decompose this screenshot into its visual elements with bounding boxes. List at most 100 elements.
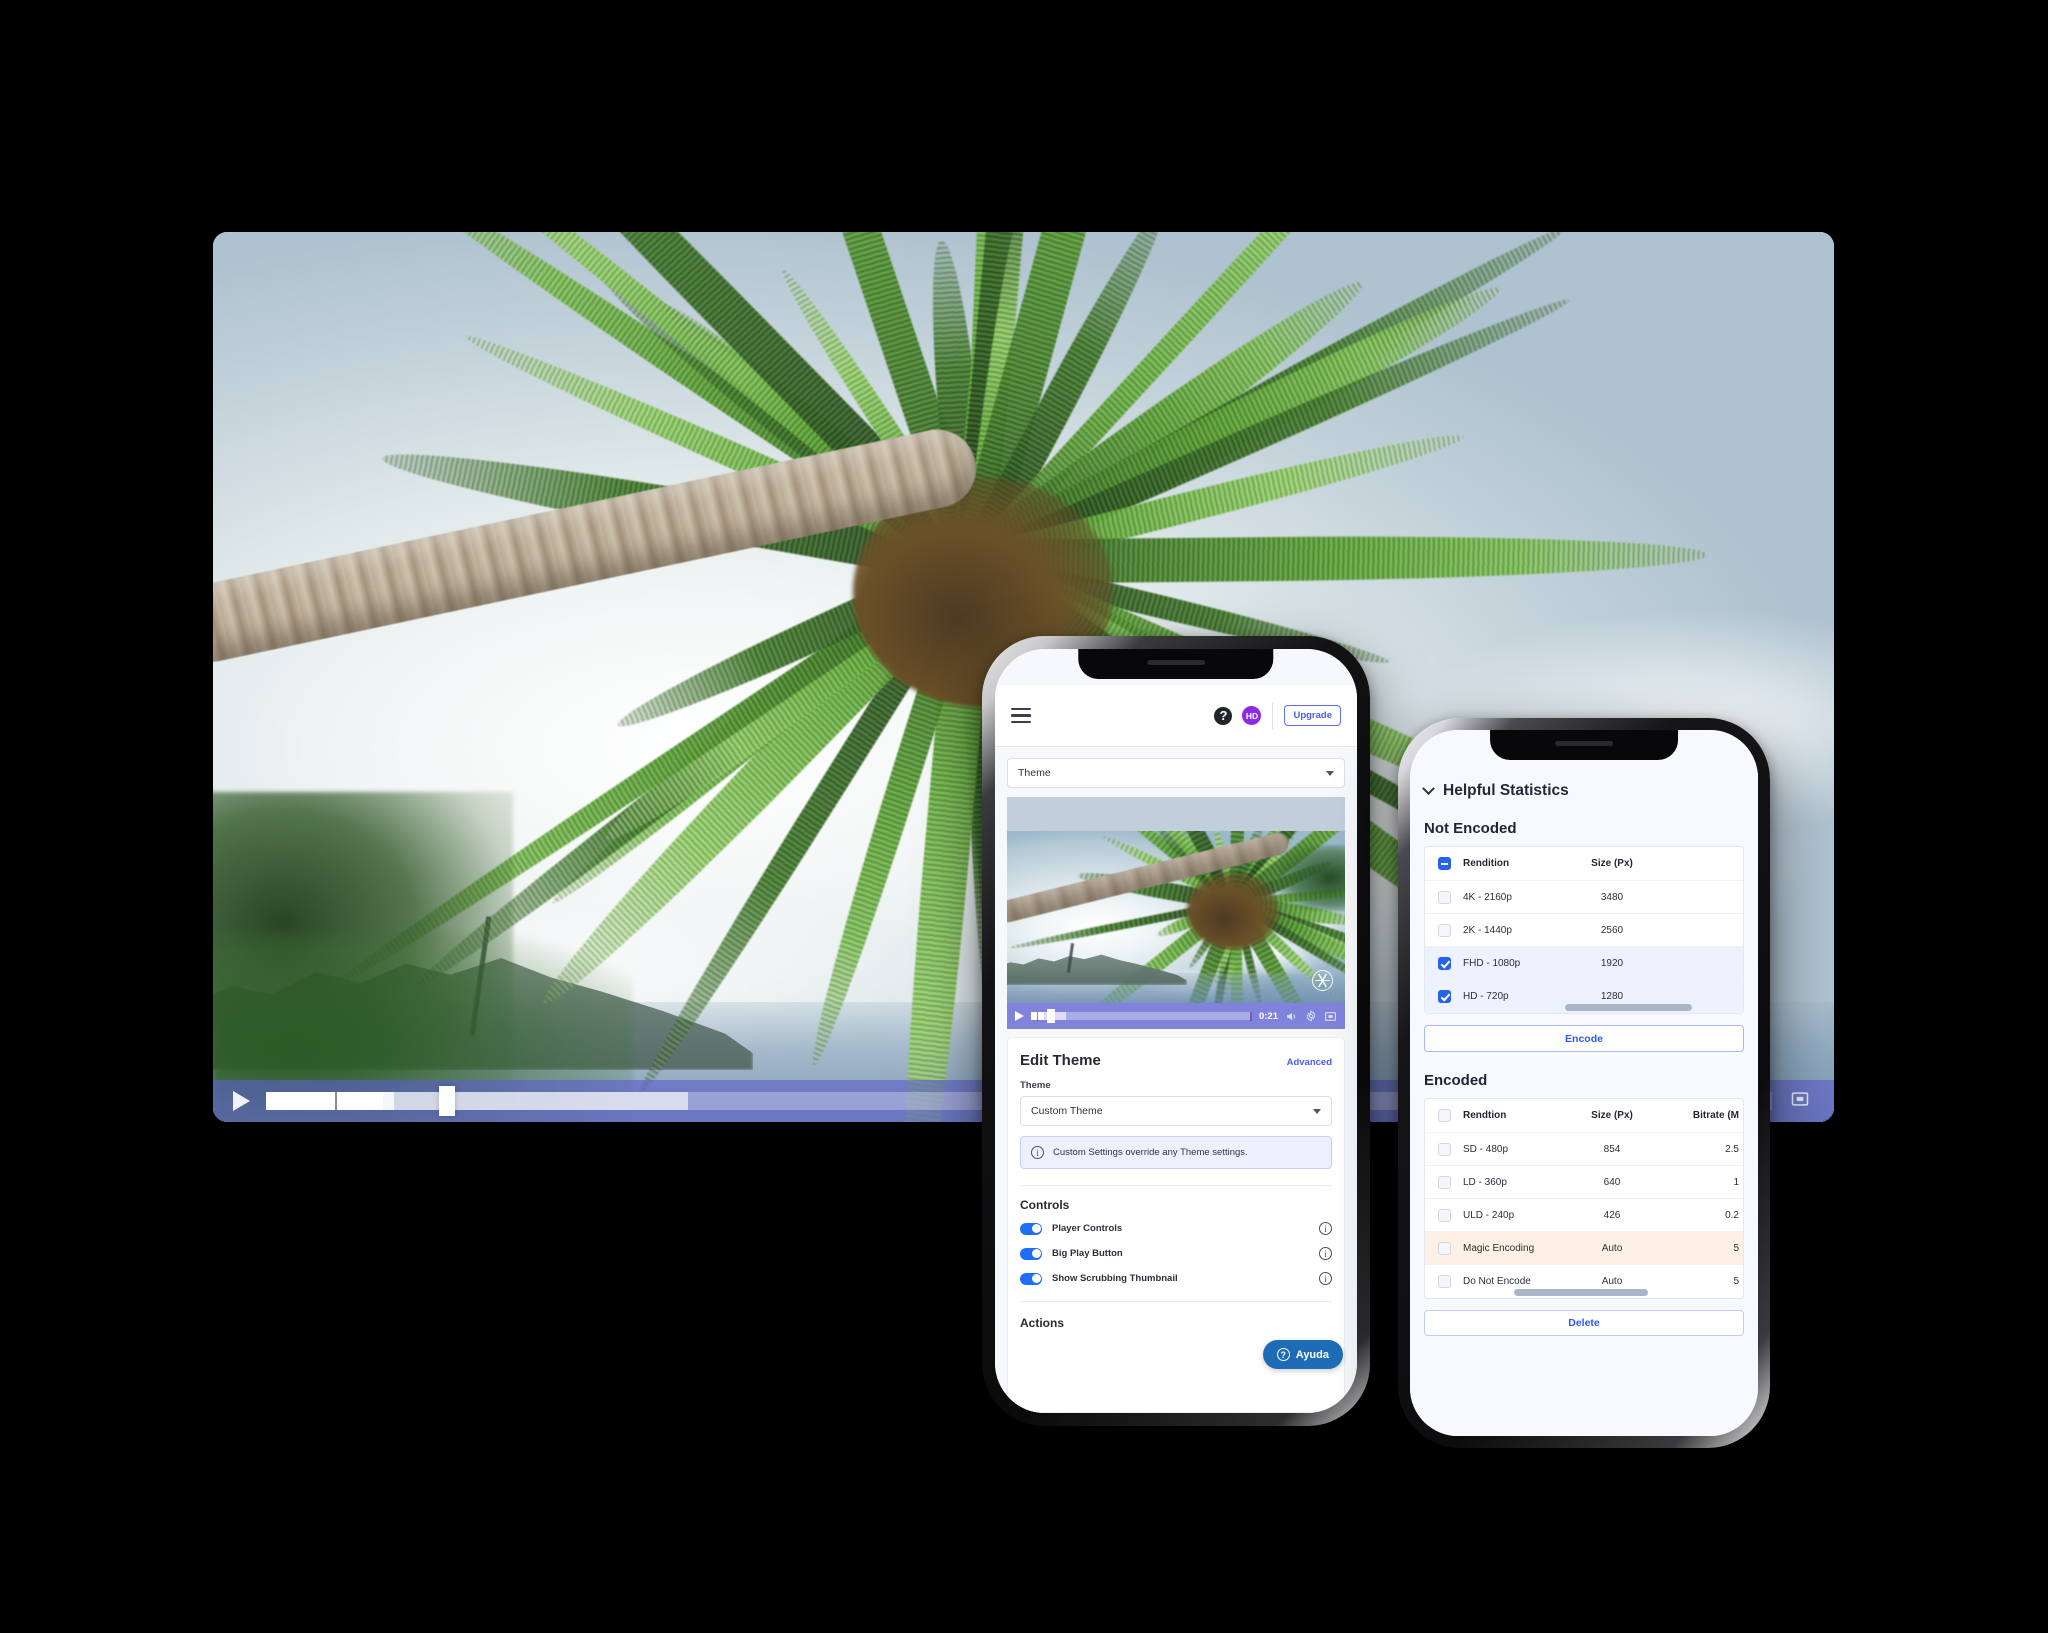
table-row[interactable]: 2K - 1440p 2560 <box>1425 914 1743 947</box>
app-top-bar: ? HD Upgrade <box>995 685 1357 747</box>
toggle-row-big-play-button[interactable]: Big Play Button i <box>1020 1247 1332 1260</box>
preview-seek-handle[interactable] <box>1046 1009 1055 1023</box>
settings-gear-icon[interactable] <box>1305 1010 1317 1022</box>
preview-video-container: 0:21 <box>1007 797 1345 1029</box>
cell-bitrate: 0.2 <box>1725 1209 1739 1221</box>
column-header-rendtion: Rendtion <box>1463 1110 1507 1121</box>
row-checkbox[interactable] <box>1437 1275 1451 1288</box>
screenshot-stage: ? HD Upgrade Theme 0:21 Edit Theme Advan… <box>0 0 2048 1633</box>
preview-video-frame[interactable] <box>1007 831 1345 1003</box>
toggle-player-controls[interactable] <box>1020 1222 1042 1235</box>
table-row[interactable]: ULD - 240p 426 0.2 <box>1425 1199 1743 1232</box>
info-icon[interactable]: i <box>1319 1247 1332 1260</box>
divider <box>1020 1185 1332 1186</box>
seek-chapter-tick <box>335 1092 338 1110</box>
preview-fullscreen-icon[interactable] <box>1324 1010 1337 1023</box>
horizontal-scrollbar[interactable] <box>1514 1289 1648 1296</box>
upgrade-button[interactable]: Upgrade <box>1284 705 1341 726</box>
player-watermark-icon <box>1312 970 1333 991</box>
table-row[interactable]: Magic Encoding Auto 5 <box>1425 1232 1743 1265</box>
helpful-statistics-app: Helpful Statistics Not Encoded Rendition… <box>1410 730 1758 1436</box>
help-ayuda-button[interactable]: ? Ayuda <box>1262 1340 1343 1369</box>
encode-button[interactable]: Encode <box>1424 1025 1744 1052</box>
info-icon[interactable]: i <box>1319 1222 1332 1235</box>
column-header-size: Size (Px) <box>1591 1110 1633 1121</box>
row-select-cell[interactable] <box>1425 1241 1463 1255</box>
select-all-cell[interactable] <box>1425 857 1463 870</box>
row-checkbox[interactable] <box>1437 956 1451 970</box>
controls-section-title: Controls <box>1020 1198 1070 1212</box>
toggle-show-scrubbing-thumbnail[interactable] <box>1020 1272 1042 1285</box>
fullscreen-icon[interactable] <box>1790 1089 1810 1114</box>
table-row[interactable]: FHD - 1080p 1920 <box>1425 947 1743 980</box>
toggle-row-player-controls[interactable]: Player Controls i <box>1020 1222 1332 1235</box>
avatar[interactable]: HD <box>1242 706 1262 725</box>
preview-play-icon[interactable] <box>1015 1011 1024 1021</box>
toggle-row-scrubbing-thumbnail[interactable]: Show Scrubbing Thumbnail i <box>1020 1272 1332 1285</box>
cell-size: 426 <box>1603 1209 1621 1221</box>
earpiece-speaker <box>1147 660 1205 665</box>
table-row[interactable]: LD - 360p 640 1 <box>1425 1166 1743 1199</box>
row-checkbox[interactable] <box>1437 923 1451 937</box>
cell-size: 2560 <box>1600 924 1624 936</box>
bottom-action-button[interactable]: Delete <box>1424 1310 1744 1336</box>
row-checkbox[interactable] <box>1437 890 1451 904</box>
preview-seek-tick <box>1036 1011 1039 1021</box>
custom-theme-value: Custom Theme <box>1031 1105 1103 1117</box>
section-header[interactable]: Helpful Statistics <box>1422 781 1744 800</box>
row-select-cell[interactable] <box>1425 890 1463 904</box>
column-header-rendition: Rendition <box>1463 858 1510 869</box>
row-checkbox[interactable] <box>1437 1208 1451 1222</box>
custom-theme-select[interactable]: Custom Theme <box>1020 1096 1332 1126</box>
theme-selector-bar: Theme <box>995 747 1357 797</box>
cell-rendition: FHD - 1080p <box>1463 957 1521 969</box>
cell-size: Auto <box>1601 1242 1623 1254</box>
table-row[interactable]: SD - 480p 854 2.5 <box>1425 1133 1743 1166</box>
cell-size: 640 <box>1603 1176 1621 1188</box>
row-checkbox[interactable] <box>1437 1175 1451 1189</box>
page-title: Helpful Statistics <box>1443 782 1569 799</box>
row-select-cell[interactable] <box>1425 1208 1463 1222</box>
theme-select[interactable]: Theme <box>1007 758 1345 788</box>
preview-time-display: 0:21 <box>1258 1010 1278 1022</box>
phone1-notch <box>1078 649 1274 679</box>
volume-icon[interactable] <box>1285 1010 1298 1023</box>
chevron-down-icon <box>1313 1108 1321 1114</box>
row-select-cell[interactable] <box>1425 990 1463 1003</box>
toggle-label: Big Play Button <box>1052 1248 1123 1259</box>
preview-seek-bar[interactable] <box>1031 1009 1252 1023</box>
row-checkbox[interactable] <box>1437 1241 1451 1255</box>
cell-bitrate: 1 <box>1733 1176 1739 1188</box>
row-checkbox[interactable] <box>1437 990 1451 1003</box>
info-icon[interactable]: i <box>1319 1272 1332 1285</box>
select-all-cell[interactable] <box>1425 1109 1463 1122</box>
theme-editor-app: ? HD Upgrade Theme 0:21 Edit Theme Advan… <box>995 649 1357 1413</box>
video-letterbox-strip <box>1007 797 1345 831</box>
chevron-down-icon[interactable] <box>1422 781 1435 795</box>
toggle-big-play-button[interactable] <box>1020 1247 1042 1260</box>
play-icon[interactable] <box>233 1091 250 1111</box>
preview-foliage-right <box>1279 845 1345 911</box>
seek-handle[interactable] <box>438 1086 455 1116</box>
row-select-cell[interactable] <box>1425 1275 1463 1288</box>
row-select-cell[interactable] <box>1425 956 1463 970</box>
horizontal-scrollbar[interactable] <box>1564 1004 1693 1011</box>
divider <box>1272 702 1274 729</box>
row-checkbox[interactable] <box>1437 1142 1451 1156</box>
toggle-label: Player Controls <box>1052 1223 1123 1234</box>
cell-size: 1920 <box>1600 957 1624 969</box>
help-icon[interactable]: ? <box>1214 706 1233 725</box>
row-select-cell[interactable] <box>1425 1142 1463 1156</box>
preview-seek-end-tick <box>1250 1011 1252 1021</box>
cell-rendition: SD - 480p <box>1463 1143 1509 1155</box>
advanced-link[interactable]: Advanced <box>1287 1057 1332 1068</box>
hamburger-menu-icon[interactable] <box>1011 707 1031 724</box>
row-select-cell[interactable] <box>1425 923 1463 937</box>
seek-played <box>266 1092 384 1110</box>
table-row[interactable]: 4K - 2160p 3480 <box>1425 881 1743 914</box>
select-all-checkbox[interactable] <box>1437 1109 1451 1122</box>
cell-rendition: ULD - 240p <box>1463 1209 1515 1221</box>
preview-control-bar[interactable]: 0:21 <box>1007 1003 1345 1029</box>
row-select-cell[interactable] <box>1425 1175 1463 1189</box>
select-all-checkbox[interactable] <box>1437 857 1451 870</box>
